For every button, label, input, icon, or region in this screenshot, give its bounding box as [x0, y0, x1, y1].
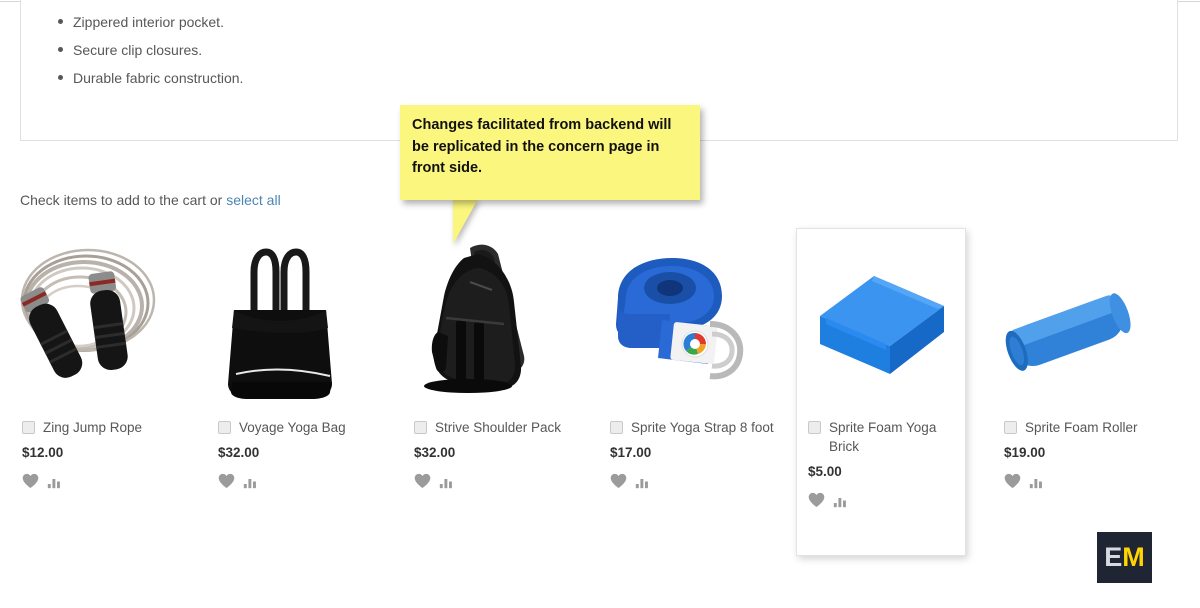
heart-icon[interactable] [414, 473, 431, 489]
list-item: Durable fabric construction. [58, 64, 1177, 92]
product-image-jump-rope[interactable] [0, 228, 170, 413]
product-actions [392, 473, 588, 489]
product-checkbox[interactable] [1004, 421, 1017, 434]
description-bullet-text: Durable fabric construction. [73, 70, 244, 86]
product-name-row: Sprite Yoga Strap 8 foot [588, 418, 784, 437]
heart-icon[interactable] [808, 492, 825, 508]
description-bullet-text: Secure clip closures. [73, 42, 203, 58]
product-item-strive-shoulder-pack[interactable]: Strive Shoulder Pack $32.00 [392, 228, 588, 489]
compare-icon[interactable] [243, 474, 258, 489]
compare-icon[interactable] [439, 474, 454, 489]
compare-icon[interactable] [1029, 474, 1044, 489]
product-price: $19.00 [1004, 445, 1046, 460]
compare-icon[interactable] [47, 474, 62, 489]
product-image-yoga-bag[interactable] [196, 228, 366, 413]
compare-icon[interactable] [635, 474, 650, 489]
cart-prompt: Check items to add to the cart or select… [20, 192, 281, 208]
product-name-link[interactable]: Strive Shoulder Pack [435, 418, 561, 437]
em-watermark-logo: EM [1097, 532, 1152, 583]
heart-icon[interactable] [218, 473, 235, 489]
list-item: Zippered interior pocket. [58, 8, 1177, 36]
description-bullet-list: Zippered interior pocket. Secure clip cl… [21, 0, 1177, 92]
product-image-yoga-strap[interactable] [588, 228, 758, 413]
product-info: Voyage Yoga Bag $32.00 [196, 413, 392, 489]
product-info: Zing Jump Rope $12.00 [0, 413, 196, 489]
watermark-letter-m: M [1122, 542, 1145, 572]
product-actions [588, 473, 784, 489]
product-checkbox[interactable] [218, 421, 231, 434]
product-image-foam-roller[interactable] [982, 228, 1152, 413]
product-image-foam-brick[interactable] [808, 228, 954, 413]
heart-icon[interactable] [22, 473, 39, 489]
product-grid: Zing Jump Rope $12.00 Voyage Yoga Bag $3… [0, 228, 1200, 568]
product-item-sprite-foam-roller[interactable]: Sprite Foam Roller $19.00 [982, 228, 1178, 489]
product-actions [808, 492, 954, 508]
foam-roller-icon [1005, 293, 1131, 371]
product-info: Strive Shoulder Pack $32.00 [392, 413, 588, 489]
heart-icon[interactable] [1004, 473, 1021, 489]
product-price: $17.00 [610, 445, 652, 460]
product-checkbox[interactable] [22, 421, 35, 434]
product-checkbox[interactable] [414, 421, 427, 434]
description-bullet-text: Zippered interior pocket. [73, 14, 224, 30]
product-name-link[interactable]: Voyage Yoga Bag [239, 418, 346, 437]
cart-prompt-text: Check items to add to the cart or [20, 192, 227, 208]
bullet-icon [58, 19, 63, 24]
product-item-sprite-yoga-strap[interactable]: Sprite Yoga Strap 8 foot $17.00 [588, 228, 784, 489]
product-image-shoulder-pack[interactable] [392, 228, 562, 413]
product-info: Sprite Foam Yoga Brick $5.00 [808, 413, 954, 508]
product-name-row: Voyage Yoga Bag [196, 418, 392, 437]
annotation-callout-text: Changes facilitated from backend will be… [412, 117, 672, 176]
product-name-row: Sprite Foam Roller [982, 418, 1178, 437]
list-item: Secure clip closures. [58, 36, 1177, 64]
heart-icon[interactable] [610, 473, 627, 489]
shoulder-pack-icon [424, 244, 525, 393]
product-checkbox[interactable] [610, 421, 623, 434]
product-info: Sprite Foam Roller $19.00 [982, 413, 1178, 489]
watermark-letter-e: E [1104, 542, 1123, 572]
product-price: $32.00 [218, 445, 260, 460]
product-name-link[interactable]: Zing Jump Rope [43, 418, 142, 437]
product-name-row: Zing Jump Rope [0, 418, 196, 437]
product-name-link[interactable]: Sprite Yoga Strap 8 foot [631, 418, 774, 437]
compare-icon[interactable] [833, 493, 848, 508]
product-checkbox[interactable] [808, 421, 821, 434]
yoga-bag-icon [228, 248, 332, 399]
product-name-link[interactable]: Sprite Foam Roller [1025, 418, 1138, 437]
product-info: Sprite Yoga Strap 8 foot $17.00 [588, 413, 784, 489]
product-price: $5.00 [808, 464, 842, 479]
product-price: $12.00 [22, 445, 64, 460]
product-actions [196, 473, 392, 489]
yoga-strap-icon [616, 258, 744, 380]
product-item-sprite-foam-yoga-brick[interactable]: Sprite Foam Yoga Brick $5.00 [808, 228, 954, 508]
bullet-icon [58, 47, 63, 52]
product-actions [982, 473, 1178, 489]
foam-brick-icon [820, 276, 944, 374]
annotation-callout-tail [453, 199, 487, 244]
product-item-zing-jump-rope[interactable]: Zing Jump Rope $12.00 [0, 228, 196, 489]
select-all-link[interactable]: select all [226, 192, 280, 208]
product-price: $32.00 [414, 445, 456, 460]
product-item-voyage-yoga-bag[interactable]: Voyage Yoga Bag $32.00 [196, 228, 392, 489]
product-actions [0, 473, 196, 489]
annotation-callout: Changes facilitated from backend will be… [400, 105, 700, 200]
product-name-row: Strive Shoulder Pack [392, 418, 588, 437]
jump-rope-icon [20, 248, 156, 378]
bullet-icon [58, 75, 63, 80]
product-name-row: Sprite Foam Yoga Brick [808, 418, 954, 456]
product-name-link[interactable]: Sprite Foam Yoga Brick [829, 418, 948, 456]
